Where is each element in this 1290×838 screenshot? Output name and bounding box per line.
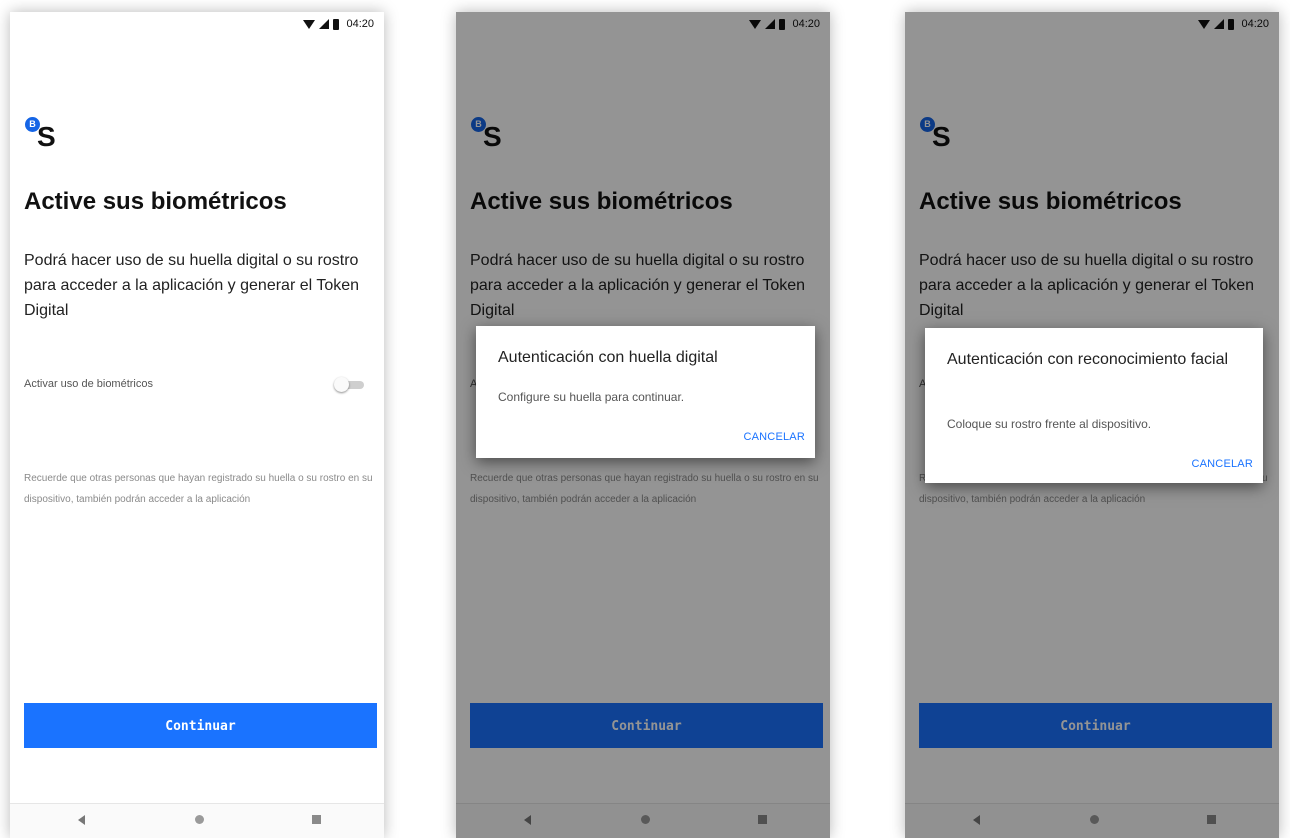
- phone-screen-fingerprint: 04:20 B S Active sus biométricos Podrá h…: [456, 12, 830, 838]
- continue-button[interactable]: Continuar: [24, 703, 377, 748]
- security-note: Recuerde que otras personas que hayan re…: [24, 473, 373, 505]
- logo-letter: S: [37, 121, 56, 152]
- dialog-title: Autenticación con reconocimiento facial: [947, 351, 1229, 368]
- bank-logo: B S: [25, 117, 85, 157]
- dialog-title: Autenticación con huella digital: [498, 349, 718, 366]
- back-icon[interactable]: [78, 815, 85, 825]
- battery-icon: [333, 18, 340, 30]
- toggle-knob: [334, 377, 349, 392]
- page-title: Active sus biométricos: [24, 188, 287, 215]
- home-icon[interactable]: [195, 815, 204, 824]
- signal-icon: [319, 19, 330, 29]
- fingerprint-dialog: Autenticación con huella digital Configu…: [476, 326, 815, 458]
- toggle-label: Activar uso de biométricos: [24, 378, 153, 390]
- phone-screen-face: 04:20 B S Active sus biométricos Podrá h…: [905, 12, 1279, 838]
- cancel-button[interactable]: CANCELAR: [1191, 458, 1253, 470]
- wifi-icon: [303, 19, 316, 29]
- phone-screen-activate: 04:20 B S Active sus biométricos Podrá h…: [10, 12, 384, 838]
- face-recognition-dialog: Autenticación con reconocimiento facial …: [925, 328, 1263, 483]
- recents-icon[interactable]: [312, 815, 321, 824]
- biometrics-toggle-row: Activar uso de biométricos: [24, 372, 370, 396]
- cancel-button[interactable]: CANCELAR: [743, 431, 805, 443]
- page-description: Podrá hacer uso de su huella digital o s…: [24, 252, 360, 319]
- dialog-message: Coloque su rostro frente al dispositivo.: [947, 417, 1152, 431]
- android-nav-bar: [10, 803, 384, 838]
- biometrics-toggle[interactable]: [334, 377, 364, 392]
- status-time: 04:20: [346, 18, 374, 30]
- screenshots-stage: 04:20 B S Active sus biométricos Podrá h…: [0, 0, 1290, 838]
- status-bar: 04:20: [10, 12, 384, 36]
- dialog-message: Configure su huella para continuar.: [498, 390, 685, 404]
